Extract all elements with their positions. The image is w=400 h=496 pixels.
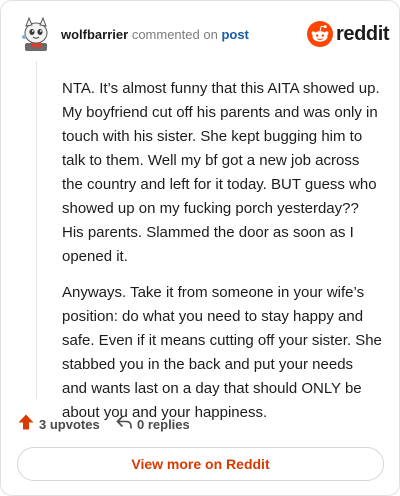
comment-meta: wolfbarrier commented on post — [61, 27, 249, 43]
embedded-comment-card: wolfbarrier commented on post reddit NTA… — [0, 0, 400, 496]
action-text: commented on — [131, 27, 218, 42]
reply-arrow-icon — [115, 413, 133, 436]
replies-count: 0 replies — [137, 416, 190, 432]
reddit-brand[interactable]: reddit — [307, 21, 390, 47]
comment-paragraph: Anyways. Take it from someone in your wi… — [62, 284, 382, 421]
snoo-avatar-icon[interactable] — [21, 16, 51, 51]
comment-paragraph: NTA. It’s almost funny that this AITA sh… — [62, 80, 380, 265]
comment-actions: 3 upvotes 0 replies — [17, 412, 383, 436]
replies-button[interactable]: 0 replies — [115, 412, 190, 436]
thread-line[interactable] — [36, 61, 37, 399]
upvote-arrow-icon — [17, 413, 35, 436]
upvotes-count: 3 upvotes — [39, 416, 100, 432]
upvotes-button[interactable]: 3 upvotes — [17, 412, 100, 436]
reddit-snoo-icon — [307, 21, 333, 47]
reddit-wordmark: reddit — [336, 23, 390, 45]
view-more-button[interactable]: View more on Reddit — [17, 447, 384, 481]
comment-header: wolfbarrier commented on post reddit — [21, 15, 390, 53]
post-link[interactable]: post — [221, 27, 248, 42]
comment-body: NTA. It’s almost funny that this AITA sh… — [62, 77, 382, 437]
username-link[interactable]: wolfbarrier — [61, 27, 128, 42]
